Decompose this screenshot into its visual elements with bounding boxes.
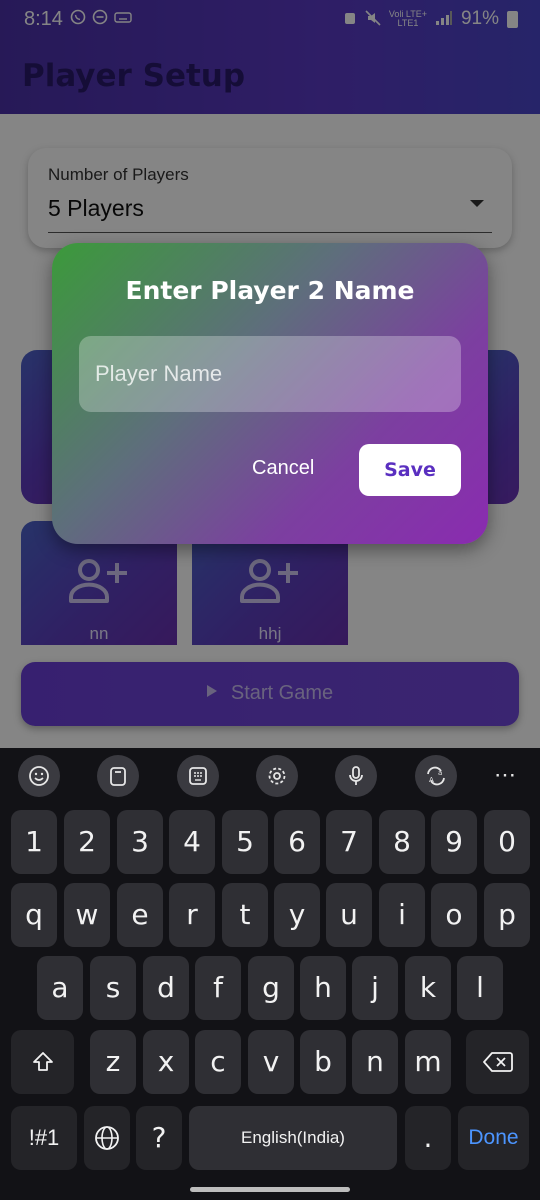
key-u[interactable]: u — [326, 883, 372, 947]
key-9[interactable]: 9 — [431, 810, 477, 874]
key-0[interactable]: 0 — [484, 810, 530, 874]
gesture-handle[interactable] — [190, 1187, 350, 1192]
period-key[interactable]: . — [405, 1106, 451, 1170]
key-5[interactable]: 5 — [222, 810, 268, 874]
key-8[interactable]: 8 — [379, 810, 425, 874]
more-icon[interactable]: ⋯ — [494, 762, 517, 788]
key-e[interactable]: e — [117, 883, 163, 947]
key-v[interactable]: v — [248, 1030, 294, 1094]
backspace-icon — [482, 1052, 513, 1072]
settings-icon[interactable] — [256, 755, 298, 797]
question-key[interactable]: ? — [136, 1106, 182, 1170]
key-h[interactable]: h — [300, 956, 346, 1020]
key-g[interactable]: g — [248, 956, 294, 1020]
key-1[interactable]: 1 — [11, 810, 57, 874]
cancel-button[interactable]: Cancel — [252, 457, 314, 480]
key-6[interactable]: 6 — [274, 810, 320, 874]
key-x[interactable]: x — [143, 1030, 189, 1094]
key-a[interactable]: a — [37, 956, 83, 1020]
key-z[interactable]: z — [90, 1030, 136, 1094]
space-bar[interactable]: English(India) — [189, 1106, 397, 1170]
key-c[interactable]: c — [195, 1030, 241, 1094]
dialog-title: Enter Player 2 Name — [125, 276, 415, 305]
key-k[interactable]: k — [405, 956, 451, 1020]
shift-key[interactable] — [11, 1030, 74, 1094]
key-y[interactable]: y — [274, 883, 320, 947]
key-i[interactable]: i — [379, 883, 425, 947]
key-t[interactable]: t — [222, 883, 268, 947]
key-o[interactable]: o — [431, 883, 477, 947]
key-4[interactable]: 4 — [169, 810, 215, 874]
key-s[interactable]: s — [90, 956, 136, 1020]
key-q[interactable]: q — [11, 883, 57, 947]
key-f[interactable]: f — [195, 956, 241, 1020]
shift-icon — [32, 1052, 53, 1071]
language-key[interactable] — [84, 1106, 130, 1170]
svg-text:A: A — [429, 776, 434, 784]
key-b[interactable]: b — [300, 1030, 346, 1094]
svg-text:a: a — [438, 769, 442, 777]
player-name-input[interactable] — [79, 336, 461, 412]
key-r[interactable]: r — [169, 883, 215, 947]
key-w[interactable]: w — [64, 883, 110, 947]
keypad-icon[interactable] — [177, 755, 219, 797]
microphone-icon[interactable] — [335, 755, 377, 797]
soft-keyboard: Aa ⋯ 1 2 3 4 5 6 7 8 9 0 q w e r t y u i… — [0, 748, 540, 1200]
key-n[interactable]: n — [352, 1030, 398, 1094]
emoji-icon[interactable] — [18, 755, 60, 797]
key-m[interactable]: m — [405, 1030, 451, 1094]
key-j[interactable]: j — [352, 956, 398, 1020]
key-d[interactable]: d — [143, 956, 189, 1020]
player-name-dialog: Enter Player 2 Name Cancel Save — [52, 243, 488, 544]
keyboard-toolbar: Aa ⋯ — [0, 748, 540, 804]
backspace-key[interactable] — [466, 1030, 529, 1094]
key-l[interactable]: l — [457, 956, 503, 1020]
translate-icon[interactable]: Aa — [415, 755, 457, 797]
key-3[interactable]: 3 — [117, 810, 163, 874]
key-2[interactable]: 2 — [64, 810, 110, 874]
save-button[interactable]: Save — [359, 444, 461, 496]
globe-icon — [95, 1126, 119, 1150]
symbols-key[interactable]: !#1 — [11, 1106, 77, 1170]
key-7[interactable]: 7 — [326, 810, 372, 874]
done-key[interactable]: Done — [458, 1106, 529, 1170]
clipboard-icon[interactable] — [97, 755, 139, 797]
key-p[interactable]: p — [484, 883, 530, 947]
